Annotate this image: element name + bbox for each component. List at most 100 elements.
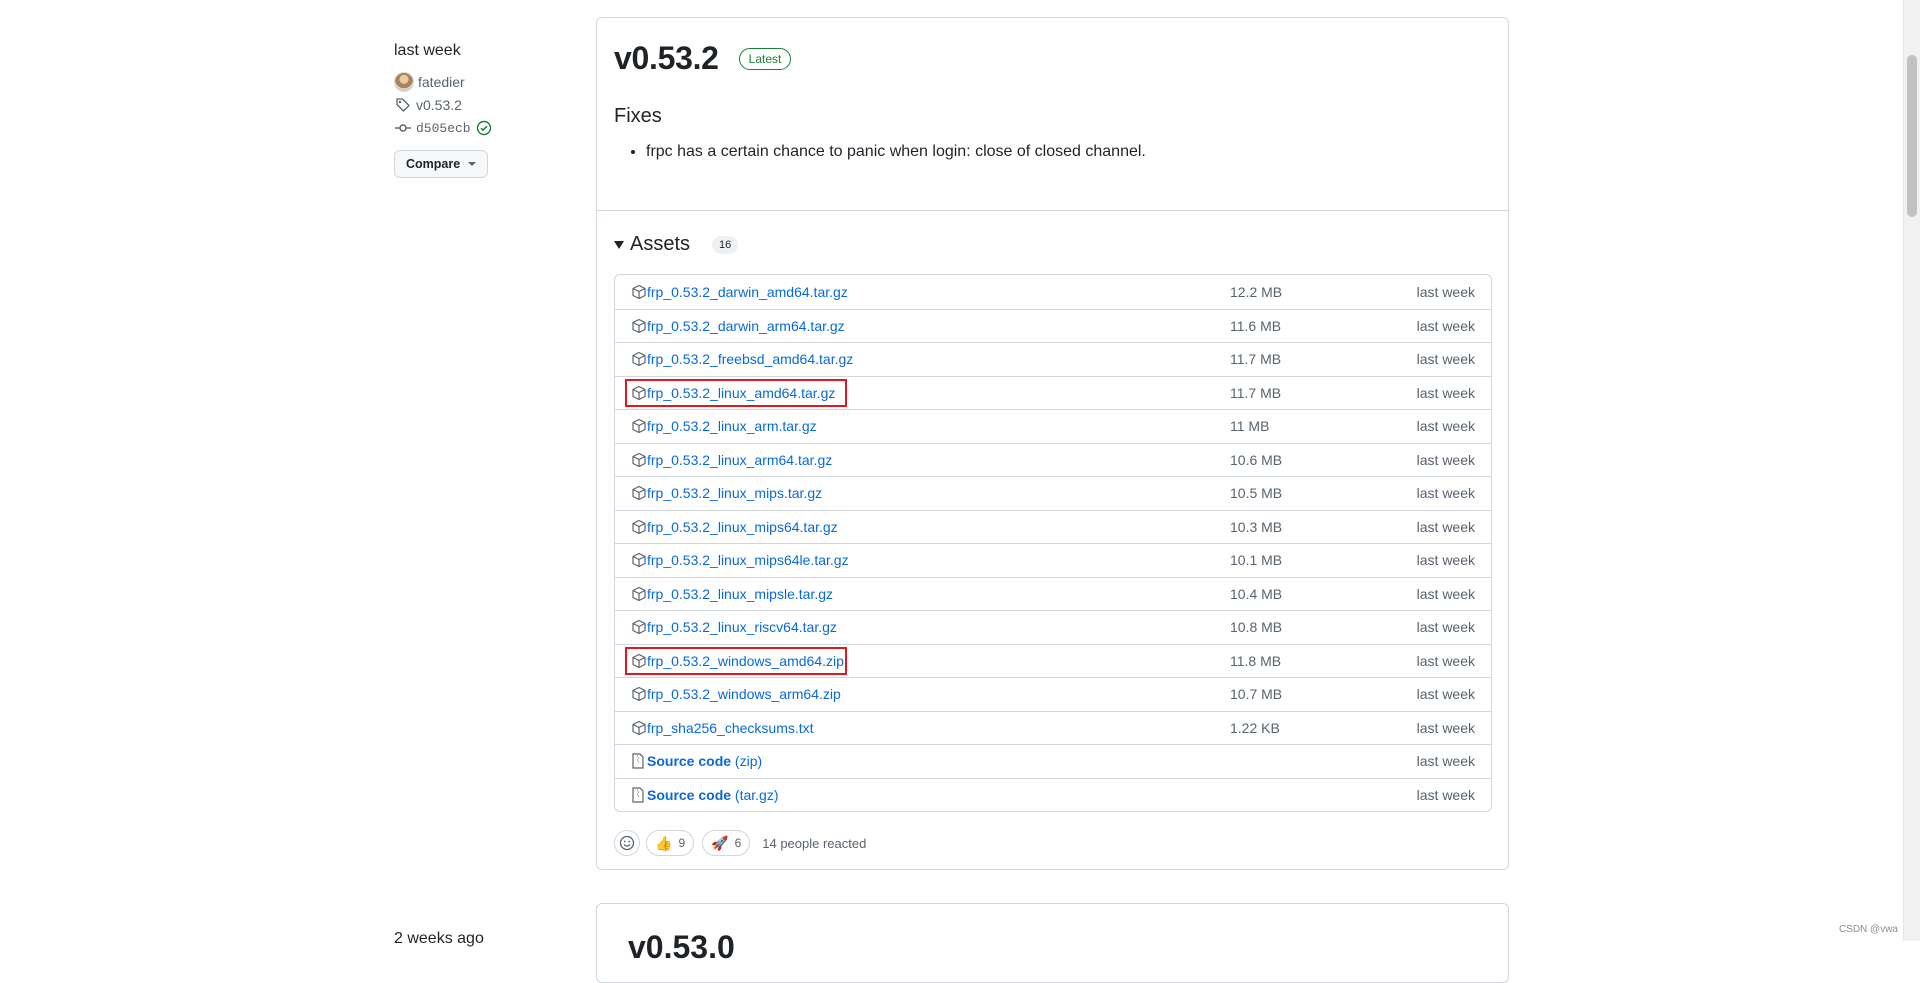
assets-counter: 16 xyxy=(712,236,738,254)
package-icon xyxy=(631,519,647,535)
latest-badge: Latest xyxy=(739,48,792,70)
source-code-format: (zip) xyxy=(735,753,762,769)
asset-link[interactable]: frp_0.53.2_windows_amd64.zip xyxy=(647,653,844,669)
asset-size: 10.4 MB xyxy=(1230,586,1282,602)
asset-date: last week xyxy=(1417,452,1475,468)
triangle-down-icon xyxy=(614,241,624,249)
add-reaction-button[interactable] xyxy=(614,830,640,856)
reactions-summary[interactable]: 14 people reacted xyxy=(762,836,866,851)
asset-row: frp_0.53.2_darwin_amd64.tar.gz12.2 MBlas… xyxy=(615,275,1491,309)
asset-row: frp_sha256_checksums.txt 1.22 KB last week xyxy=(615,711,1491,745)
watermark: CSDN @vwa xyxy=(1839,924,1898,935)
asset-row: frp_0.53.2_linux_arm64.tar.gz 10.6 MB last… xyxy=(615,443,1491,477)
asset-link[interactable]: frp_0.53.2_linux_mips64le.tar.gz xyxy=(647,552,849,568)
rocket-count: 6 xyxy=(735,836,742,850)
asset-size: 11.7 MB xyxy=(1230,351,1281,367)
asset-size: 10.1 MB xyxy=(1230,552,1282,568)
asset-date: last week xyxy=(1417,653,1475,669)
asset-link[interactable]: frp_0.53.2_linux_riscv64.tar.gz xyxy=(647,619,837,635)
package-icon xyxy=(631,619,647,635)
asset-link[interactable]: frp_sha256_checksums.txt xyxy=(647,720,814,736)
asset-link[interactable]: frp_0.53.2_freebsd_amd64.tar.gz xyxy=(647,351,853,367)
asset-link[interactable]: frp_0.53.2_linux_amd64.tar.gz xyxy=(647,385,835,401)
assets-list: frp_0.53.2_darwin_amd64.tar.gz12.2 MBlas… xyxy=(614,274,1492,812)
next-release-title[interactable]: v0.53.0 xyxy=(628,929,735,966)
commit-sha[interactable]: d505ecb xyxy=(416,121,471,136)
asset-size: 11.8 MB xyxy=(1230,653,1281,669)
source-code-link[interactable]: Source code (zip) xyxy=(647,753,762,769)
asset-link[interactable]: frp_0.53.2_linux_mips64.tar.gz xyxy=(647,519,838,535)
asset-date: last week xyxy=(1417,519,1475,535)
asset-link[interactable]: frp_0.53.2_linux_arm.tar.gz xyxy=(647,418,817,434)
source-code-format: (tar.gz) xyxy=(735,787,779,803)
assets-toggle[interactable]: Assets 16 xyxy=(614,233,1491,256)
asset-size: 10.3 MB xyxy=(1230,519,1282,535)
tag-name[interactable]: v0.53.2 xyxy=(416,97,462,113)
smiley-icon xyxy=(619,835,635,851)
asset-date: last week xyxy=(1417,686,1475,702)
fixes-heading: Fixes xyxy=(614,105,1491,128)
commit-icon xyxy=(394,119,412,137)
source-code-label: Source code xyxy=(647,753,731,769)
asset-link[interactable]: frp_0.53.2_darwin_amd64.tar.gz xyxy=(647,284,848,300)
package-icon xyxy=(631,351,647,367)
fixes-list: frpc has a certain chance to panic when … xyxy=(614,140,1491,164)
package-icon xyxy=(631,418,647,434)
asset-date: last week xyxy=(1417,619,1475,635)
tag-row[interactable]: v0.53.2 xyxy=(394,94,574,116)
asset-link[interactable]: frp_0.53.2_windows_arm64.zip xyxy=(647,686,841,702)
source-code-link[interactable]: Source code (tar.gz) xyxy=(647,787,779,803)
rocket-icon: 🚀 xyxy=(711,835,728,852)
asset-row: frp_0.53.2_linux_mips.tar.gz10.5 MBlast … xyxy=(615,476,1491,510)
asset-date: last week xyxy=(1417,318,1475,334)
file-zip-icon xyxy=(631,753,647,769)
asset-date: last week xyxy=(1417,385,1475,401)
asset-date: last week xyxy=(1417,418,1475,434)
release-title[interactable]: v0.53.2 xyxy=(614,40,719,77)
package-icon xyxy=(631,284,647,300)
thumbs-up-count: 9 xyxy=(678,836,685,850)
package-icon xyxy=(631,720,647,736)
next-release-card: v0.53.0 xyxy=(596,903,1509,983)
chevron-down-icon xyxy=(468,162,476,166)
package-icon xyxy=(631,485,647,501)
thumbs-up-icon: 👍 xyxy=(655,835,672,852)
asset-link[interactable]: frp_0.53.2_linux_mips.tar.gz xyxy=(647,485,822,501)
commit-row[interactable]: d505ecb xyxy=(394,117,574,139)
asset-size: 11 MB xyxy=(1230,418,1269,434)
scrollbar-thumb[interactable] xyxy=(1907,55,1917,217)
asset-size: 10.8 MB xyxy=(1230,619,1282,635)
assets-heading: Assets xyxy=(630,233,690,256)
asset-link[interactable]: frp_0.53.2_linux_mipsle.tar.gz xyxy=(647,586,833,602)
package-icon xyxy=(631,653,647,669)
fix-item: frpc has a certain chance to panic when … xyxy=(646,140,1491,164)
source-code-label: Source code xyxy=(647,787,731,803)
asset-date: last week xyxy=(1417,586,1475,602)
asset-row: Source code (zip)last week xyxy=(615,744,1491,778)
asset-size: 10.6 MB xyxy=(1230,452,1282,468)
asset-link[interactable]: frp_0.53.2_darwin_arm64.tar.gz xyxy=(647,318,845,334)
asset-row: frp_0.53.2_linux_riscv64.tar.gz 10.8 MB la… xyxy=(615,610,1491,644)
author-row[interactable]: fatedier xyxy=(394,71,574,93)
avatar[interactable] xyxy=(394,72,414,92)
verified-check-icon xyxy=(475,119,493,137)
release-date: last week xyxy=(394,42,574,60)
asset-row: frp_0.53.2_linux_arm.tar.gz 11 MB last wee… xyxy=(615,409,1491,443)
author-name[interactable]: fatedier xyxy=(418,74,465,90)
asset-row: Source code (tar.gz) last week xyxy=(615,778,1491,812)
asset-link[interactable]: frp_0.53.2_linux_arm64.tar.gz xyxy=(647,452,832,468)
package-icon xyxy=(631,452,647,468)
compare-button[interactable]: Compare xyxy=(394,150,488,178)
asset-date: last week xyxy=(1417,787,1475,803)
release-card: v0.53.2 Latest Fixes frpc has a certain … xyxy=(596,17,1509,870)
asset-size: 10.7 MB xyxy=(1230,686,1282,702)
package-icon xyxy=(631,318,647,334)
asset-row: frp_0.53.2_darwin_arm64.tar.gz 11.6 MB las… xyxy=(615,309,1491,343)
thumbs-up-reaction[interactable]: 👍 9 xyxy=(646,830,694,856)
release-meta: last week fatedier v0.53.2 d505ecb Compa… xyxy=(394,42,574,178)
asset-size: 1.22 KB xyxy=(1230,720,1280,736)
rocket-reaction[interactable]: 🚀 6 xyxy=(702,830,750,856)
page-scrollbar[interactable] xyxy=(1903,0,1920,941)
asset-date: last week xyxy=(1417,720,1475,736)
asset-size: 11.6 MB xyxy=(1230,318,1281,334)
